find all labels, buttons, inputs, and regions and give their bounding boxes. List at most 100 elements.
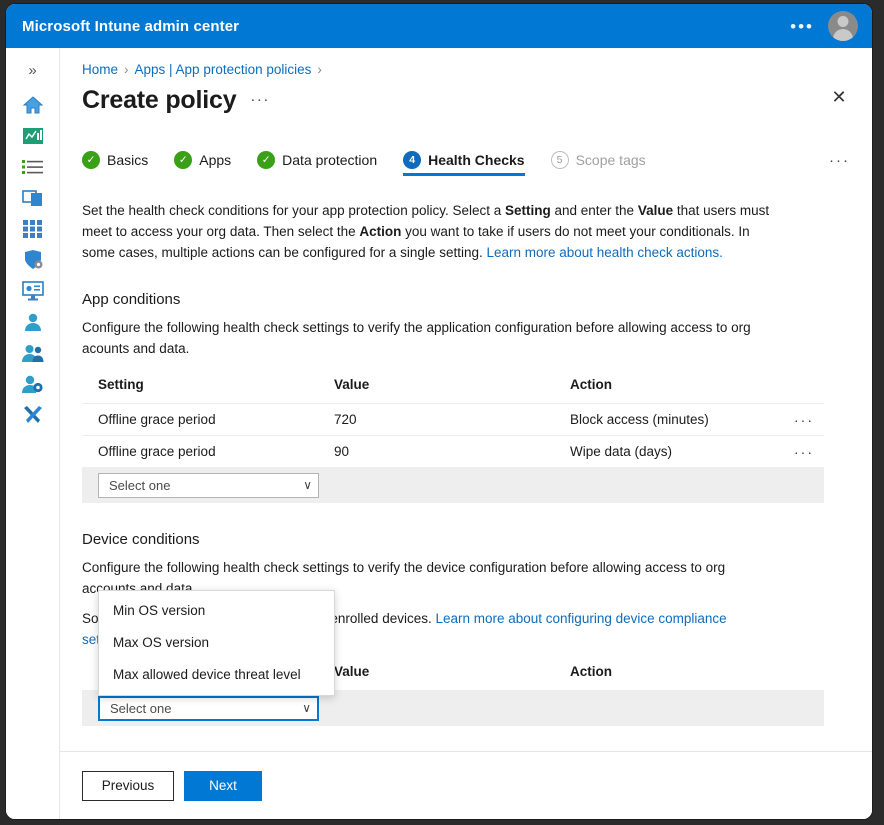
window-body: » Home › Apps | App protection policies …: [6, 48, 872, 819]
app-title: Microsoft Intune admin center: [22, 17, 240, 35]
close-icon[interactable]: ✕: [826, 84, 852, 110]
content-scroll-area: Home › Apps | App protection policies › Cre…: [60, 48, 872, 751]
tab-scope-tags[interactable]: 5 Scope tags: [550, 151, 646, 176]
note-text-1: S: [82, 611, 92, 626]
chevron-down-icon: ∨: [303, 478, 312, 492]
intro-bold-setting: Setting: [505, 203, 551, 218]
sidebar-item-all-services[interactable]: [13, 151, 53, 182]
apps-icon: [22, 219, 43, 238]
chevron-down-icon: ∨: [302, 701, 311, 715]
avatar[interactable]: [828, 11, 858, 41]
tab-health-checks[interactable]: 4 Health Checks: [403, 151, 526, 176]
user-gear-icon: [21, 374, 44, 394]
sidebar-item-tenant-administration[interactable]: [13, 368, 53, 399]
app-conditions-description: Configure the following health check set…: [82, 320, 751, 356]
dropdown-option-max-allowed-device-threat-level[interactable]: Max allowed device threat level: [99, 659, 334, 691]
main-content: Home › Apps | App protection policies › Cre…: [60, 48, 872, 819]
groups-icon: [21, 343, 44, 363]
cell-setting: Offline grace period: [98, 444, 216, 459]
dropdown-option-min-os-version[interactable]: Min OS version: [99, 595, 334, 627]
health-check-actions-link[interactable]: Learn more about health check actions.: [486, 245, 722, 260]
intro-bold-action: Action: [359, 224, 402, 239]
app-condition-setting-select[interactable]: Select one ∨: [98, 472, 319, 498]
cell-action: Wipe data (days): [570, 444, 673, 459]
cell-value: 720: [334, 412, 357, 427]
intro-paragraph: Set the health check conditions for your…: [60, 200, 820, 263]
tab-data-protection-label: Data protection: [282, 152, 378, 168]
sidebar-item-endpoint-security[interactable]: [13, 244, 53, 275]
page-more-options-icon[interactable]: ···: [250, 91, 270, 108]
table-row[interactable]: Offline grace period 720 Block access (m…: [82, 403, 824, 435]
steps-more-options-icon[interactable]: ···: [829, 152, 850, 176]
device-conditions-heading: Device conditions: [82, 531, 200, 548]
intro-text-2: and enter the: [550, 203, 638, 218]
intro-bold-value: Value: [637, 203, 674, 218]
top-bar: Microsoft Intune admin center •••: [6, 4, 872, 48]
top-bar-actions: •••: [790, 11, 858, 41]
home-icon: [22, 95, 44, 115]
tab-data-protection[interactable]: ✓ Data protection: [257, 151, 377, 176]
row-more-options-icon[interactable]: ···: [784, 444, 824, 460]
sidebar-item-home[interactable]: [13, 89, 53, 120]
device-condition-setting-select[interactable]: Select one ∨: [98, 695, 319, 721]
wizard-steps: ✓ Basics ✓ Apps ✓ Data protection 4 Heal…: [60, 115, 872, 176]
tab-basics-label: Basics: [107, 152, 149, 168]
dropdown-option-max-os-version[interactable]: Max OS version: [99, 627, 334, 659]
title-row: Create policy ···: [60, 77, 872, 115]
sidebar-item-reports[interactable]: [13, 275, 53, 306]
device-condition-select-wrap: Min OS version Max OS version Max allowe…: [98, 589, 335, 721]
monitor-report-icon: [21, 280, 44, 301]
step-number-badge: 5: [550, 151, 569, 169]
step-number-badge: 4: [403, 151, 422, 169]
shield-gear-icon: [22, 249, 44, 270]
app-conditions-new-row: Select one ∨: [82, 467, 824, 503]
breadcrumb-separator-2: ›: [317, 62, 322, 77]
device-condition-setting-select-value: Select one: [110, 700, 172, 716]
left-nav: »: [6, 48, 60, 819]
cell-setting: Offline grace period: [98, 412, 216, 427]
tools-icon: [22, 405, 44, 425]
column-header-value: Value: [334, 377, 370, 392]
sidebar-item-groups[interactable]: [13, 337, 53, 368]
column-header-action: Action: [570, 664, 612, 679]
cell-value: 90: [334, 444, 350, 459]
sidebar-item-troubleshooting-support[interactable]: [13, 399, 53, 430]
expand-nav-icon[interactable]: »: [28, 54, 36, 89]
sidebar-item-users[interactable]: [13, 306, 53, 337]
users-icon: [23, 312, 43, 332]
tab-apps[interactable]: ✓ Apps: [174, 151, 231, 176]
device-conditions-new-row: Min OS version Max OS version Max allowe…: [82, 589, 824, 726]
column-header-value: Value: [334, 664, 370, 679]
intro-text-1: Set the health check conditions for your…: [82, 203, 505, 218]
dashboard-icon: [22, 127, 44, 145]
row-more-options-icon[interactable]: ···: [784, 412, 824, 428]
more-options-icon[interactable]: •••: [790, 18, 814, 35]
sidebar-item-devices[interactable]: [13, 182, 53, 213]
breadcrumb-home[interactable]: Home: [82, 62, 118, 77]
column-header-setting: Setting: [98, 377, 144, 392]
tab-basics[interactable]: ✓ Basics: [82, 151, 148, 176]
page-title: Create policy: [82, 86, 237, 114]
previous-button[interactable]: Previous: [82, 770, 174, 801]
tab-apps-label: Apps: [199, 152, 232, 168]
breadcrumb-separator-1: ›: [124, 62, 129, 77]
app-window: Microsoft Intune admin center ••• » Home…: [6, 4, 872, 819]
check-icon: ✓: [174, 151, 193, 169]
check-icon: ✓: [257, 151, 276, 169]
table-header: Setting Value Action: [82, 377, 824, 403]
breadcrumb: Home › Apps | App protection policies ›: [60, 48, 872, 77]
devices-icon: [21, 189, 44, 207]
device-conditions-table: Setting Value Action Min OS version Max …: [82, 589, 824, 726]
app-conditions-table: Setting Value Action Offline grace perio…: [82, 377, 824, 503]
table-row[interactable]: Offline grace period 90 Wipe data (days)…: [82, 435, 824, 467]
tab-scope-tags-label: Scope tags: [575, 152, 646, 168]
sidebar-item-apps[interactable]: [13, 213, 53, 244]
next-button[interactable]: Next: [184, 770, 262, 801]
wizard-footer: Previous Next: [60, 751, 872, 819]
sidebar-item-dashboard[interactable]: [13, 120, 53, 151]
app-condition-setting-select-value: Select one: [109, 477, 171, 493]
breadcrumb-apps[interactable]: Apps | App protection policies: [135, 62, 312, 77]
check-icon: ✓: [82, 151, 100, 169]
device-condition-setting-dropdown[interactable]: Min OS version Max OS version Max allowe…: [98, 589, 335, 696]
column-header-action: Action: [570, 377, 612, 392]
